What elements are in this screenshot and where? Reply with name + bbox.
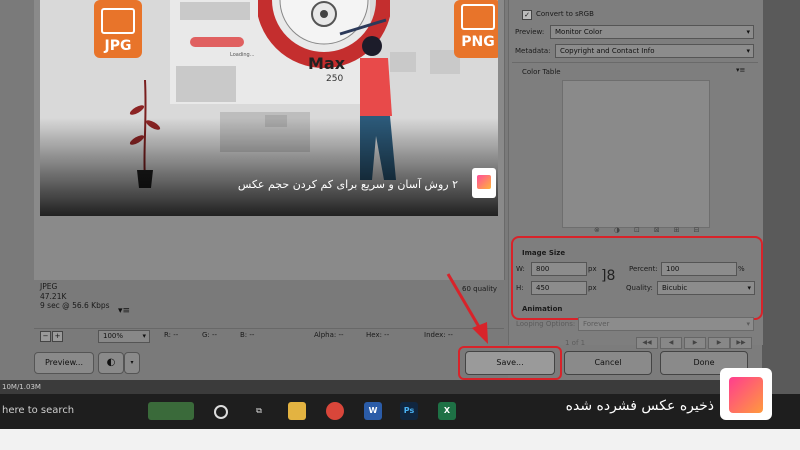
- preview-button[interactable]: Preview...: [34, 352, 94, 374]
- chrome-icon[interactable]: [326, 402, 344, 420]
- site-logo-icon: [472, 168, 496, 198]
- convert-srgb-checkbox[interactable]: ✓: [522, 10, 532, 20]
- preview-label: Preview:: [515, 28, 545, 36]
- chevron-down-icon: ▾: [746, 320, 750, 328]
- excel-icon[interactable]: X: [438, 402, 456, 420]
- chevron-down-icon: ▾: [130, 359, 134, 366]
- g-readout: G: --: [202, 331, 218, 339]
- task-view-icon[interactable]: ⧉: [250, 402, 268, 420]
- convert-srgb-label: Convert to sRGB: [536, 10, 594, 18]
- last-frame-icon[interactable]: ▶▶: [730, 337, 752, 349]
- zoom-in-button[interactable]: +: [52, 331, 63, 342]
- globe-icon: ◐: [106, 357, 116, 368]
- color-table: [562, 80, 710, 228]
- arrow-icon: [446, 273, 488, 344]
- zoom-select[interactable]: 100% ▾: [98, 330, 150, 343]
- animation-label: Animation: [522, 305, 563, 313]
- cancel-button[interactable]: Cancel: [564, 351, 652, 375]
- memory-status: 10M/1.03M: [2, 383, 41, 391]
- download-time: 9 sec @ 56.6 Kbps: [40, 301, 110, 310]
- color-table-label: Color Table: [522, 68, 561, 76]
- metadata-select[interactable]: Copyright and Contact Info ▾: [555, 44, 754, 58]
- loading-text: Loading...: [230, 52, 255, 58]
- hex-readout: Hex: --: [366, 331, 390, 339]
- landscape-thumbnail-icon[interactable]: [148, 402, 194, 420]
- chevron-down-icon: ▾: [142, 332, 146, 340]
- file-format: JPEG: [40, 282, 58, 291]
- prev-frame-icon[interactable]: ◀: [660, 337, 682, 349]
- zoom-readout-bar: − + 100% ▾ R: -- G: -- B: -- Alpha: -- He…: [34, 328, 504, 343]
- zoom-out-button[interactable]: −: [40, 331, 51, 342]
- save-button-highlight: [458, 346, 562, 380]
- word-icon[interactable]: W: [364, 402, 382, 420]
- chevron-down-icon: ▾: [746, 28, 750, 36]
- cortana-icon[interactable]: [214, 405, 228, 419]
- menu-dots-icon[interactable]: ▾≡: [118, 306, 130, 316]
- shopping-bag-logo-icon: [720, 368, 772, 420]
- taskbar-search[interactable]: here to search: [2, 405, 74, 416]
- frame-counter: 1 of 1: [565, 339, 586, 347]
- first-frame-icon[interactable]: ◀◀: [636, 337, 658, 349]
- next-frame-icon[interactable]: ▶: [708, 337, 730, 349]
- play-icon[interactable]: ▶: [684, 337, 706, 349]
- file-size: 47.21K: [40, 291, 67, 301]
- color-table-tools[interactable]: ⊗◑⊡⊠⊞⊟: [594, 226, 713, 234]
- looping-label: Looping Options:: [516, 320, 576, 328]
- alpha-readout: Alpha: --: [314, 331, 344, 339]
- jpg-badge-icon: JPG: [94, 0, 142, 58]
- status-strip: 10M/1.03M: [0, 380, 762, 394]
- bottom-strip: [0, 429, 800, 450]
- file-explorer-icon[interactable]: [288, 402, 306, 420]
- browser-dropdown[interactable]: ▾: [124, 352, 140, 374]
- png-badge-icon: PNG: [454, 0, 498, 58]
- browser-preview-button[interactable]: ◐: [98, 352, 124, 374]
- b-readout: B: --: [240, 331, 255, 339]
- file-info: JPEG 47.21K 9 sec @ 56.6 Kbps: [40, 282, 110, 311]
- metadata-label: Metadata:: [515, 47, 551, 55]
- photoshop-icon[interactable]: Ps: [400, 402, 418, 420]
- looping-select[interactable]: Forever ▾: [578, 317, 754, 331]
- color-table-menu-icon[interactable]: ▾≡: [736, 66, 745, 74]
- overlay-caption: ذخیره عکس فشرده شده: [565, 398, 714, 414]
- chevron-down-icon: ▾: [746, 47, 750, 55]
- preview-image: Loading... JPG PNG Max 250 ۲ روش آسان و …: [40, 0, 498, 216]
- image-caption: ۲ روش آسان و سریع برای کم کردن حجم عکس: [237, 178, 458, 191]
- preview-select[interactable]: Monitor Color ▾: [550, 25, 754, 39]
- r-readout: R: --: [164, 331, 179, 339]
